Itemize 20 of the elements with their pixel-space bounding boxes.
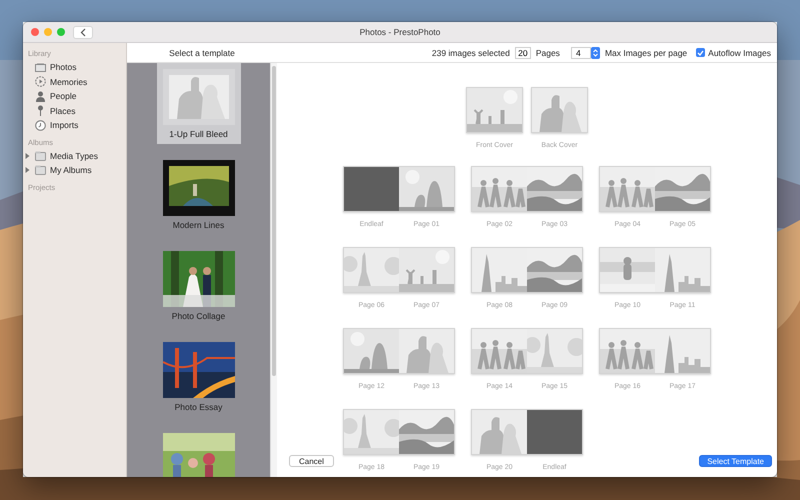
- field-label: Pages: [536, 48, 560, 58]
- sidebar-item[interactable]: Imports: [23, 118, 126, 132]
- select-template-button[interactable]: Select Template: [699, 455, 772, 467]
- cancel-button[interactable]: Cancel: [289, 455, 334, 467]
- template-item[interactable]: Modern Lines: [156, 154, 240, 235]
- window-title: Photos - PrestoPhoto: [360, 27, 440, 37]
- pages-field[interactable]: 20: [514, 46, 531, 58]
- sidebar-item[interactable]: Places: [23, 104, 126, 118]
- sidebar-item[interactable]: Photos: [23, 60, 126, 74]
- template-item[interactable]: 1-Up Full Bleed: [156, 63, 240, 144]
- autoflow-checkbox[interactable]: Autoflow Images: [696, 48, 771, 58]
- template-item[interactable]: Photo Essay: [156, 336, 240, 417]
- sidebar-item[interactable]: Media Types: [23, 148, 126, 163]
- sidebar-item[interactable]: Memories: [23, 74, 126, 89]
- template-item[interactable]: Photo Collage: [156, 245, 240, 326]
- sidebar-item[interactable]: People: [23, 89, 126, 104]
- selection-count: 239 images selected: [432, 48, 510, 58]
- max-images-field[interactable]: 4: [570, 46, 591, 58]
- sidebar-item[interactable]: My Albums: [23, 163, 126, 178]
- field-label: Max Images per page: [604, 48, 688, 58]
